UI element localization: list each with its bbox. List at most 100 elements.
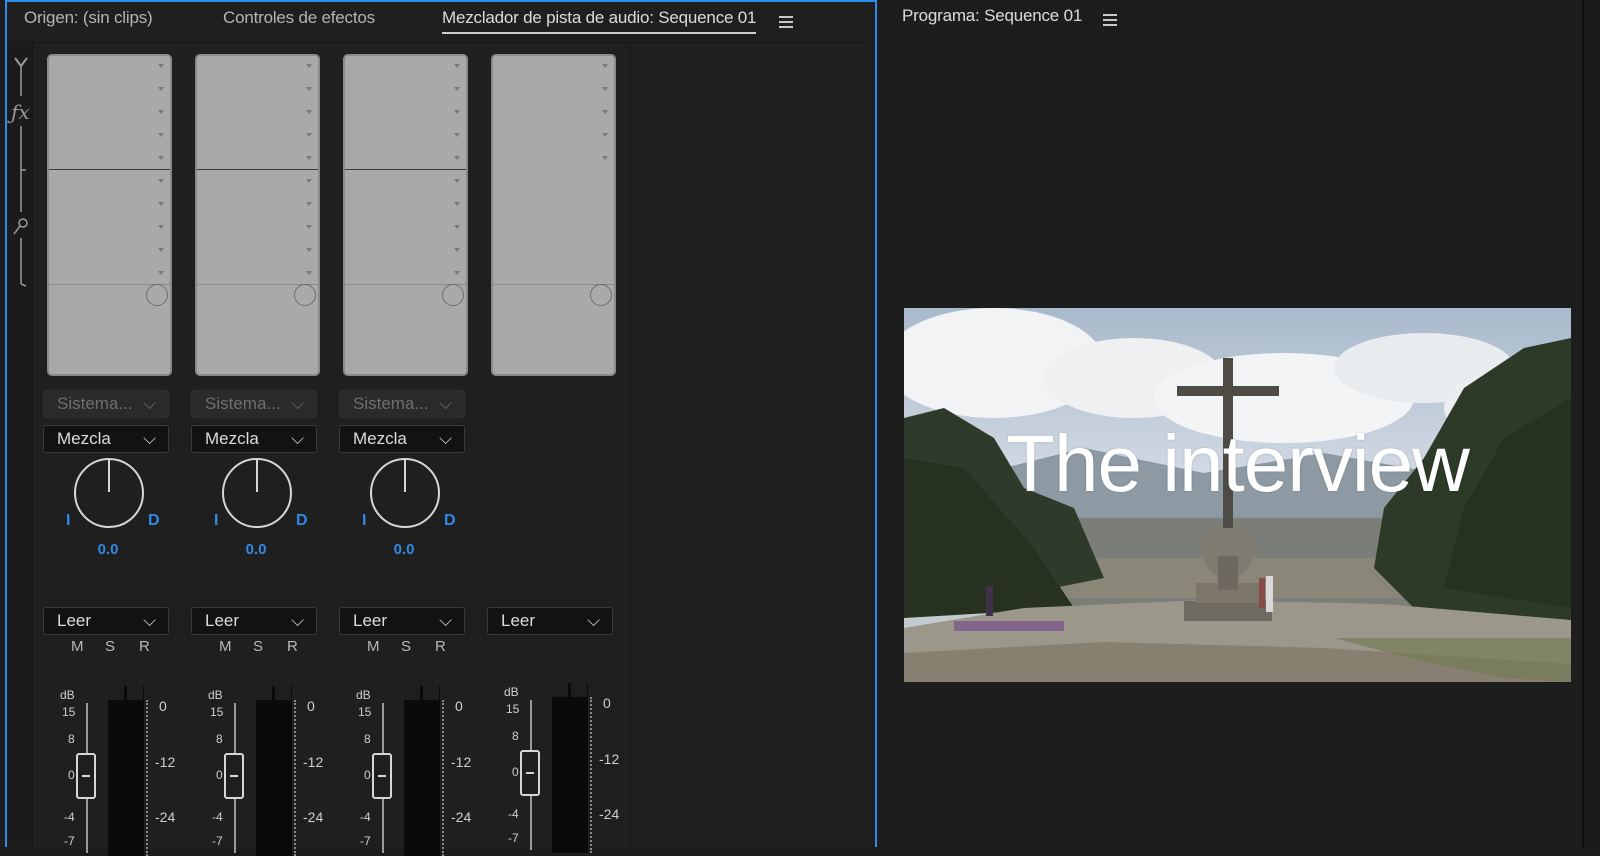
routing-dropdown[interactable]: Mezcla ⌵ bbox=[43, 425, 169, 453]
peak-indicator-right bbox=[571, 683, 587, 697]
meter-label: 0 bbox=[603, 695, 611, 711]
panel-menu-icon[interactable] bbox=[779, 16, 793, 28]
send-knob[interactable] bbox=[146, 284, 168, 306]
chevron-down-icon bbox=[454, 156, 460, 160]
db-unit-label: dB bbox=[356, 688, 371, 702]
chevron-down-icon bbox=[306, 179, 312, 183]
meter-label: -12 bbox=[451, 754, 472, 770]
panel-menu-icon[interactable] bbox=[1103, 14, 1117, 26]
effects-insert-box[interactable] bbox=[491, 54, 616, 376]
chevron-down-icon bbox=[306, 202, 312, 206]
chevron-down-icon bbox=[158, 179, 164, 183]
automation-dropdown[interactable]: Leer ⌵ bbox=[191, 607, 317, 635]
program-video-frame[interactable]: The interview bbox=[904, 308, 1571, 682]
meter-label: 0 bbox=[307, 698, 315, 714]
pan-value[interactable]: 0.0 bbox=[38, 541, 178, 558]
pan-knob[interactable] bbox=[222, 458, 292, 528]
pan-left-label: I bbox=[214, 512, 219, 529]
db-tick: 0 bbox=[512, 765, 519, 779]
chevron-down-icon bbox=[306, 110, 312, 114]
routing-dropdown[interactable]: Mezcla ⌵ bbox=[339, 425, 465, 453]
routing-dropdown[interactable]: Mezcla ⌵ bbox=[191, 425, 317, 453]
pan-knob[interactable] bbox=[370, 458, 440, 528]
tab-audio-track-mixer[interactable]: Mezclador de pista de audio: Sequence 01 bbox=[442, 8, 756, 34]
fader-grip bbox=[230, 775, 238, 777]
chevron-down-icon: ⌵ bbox=[291, 429, 304, 448]
effects-insert-box[interactable] bbox=[47, 54, 172, 376]
chevron-down-icon bbox=[306, 87, 312, 91]
send-knob[interactable] bbox=[442, 284, 464, 306]
chevron-down-icon bbox=[454, 179, 460, 183]
mute-button[interactable]: M bbox=[219, 638, 232, 655]
db-tick: -4 bbox=[508, 807, 519, 821]
volume-fader[interactable] bbox=[372, 753, 392, 799]
peak-indicator-right bbox=[127, 686, 143, 700]
level-meter bbox=[552, 683, 588, 853]
meter-label: -24 bbox=[303, 809, 324, 825]
scrollbar[interactable] bbox=[1582, 0, 1600, 847]
chevron-down-icon bbox=[158, 248, 164, 252]
send-knob[interactable] bbox=[590, 284, 612, 306]
chevron-down-icon bbox=[306, 64, 312, 68]
track-strip-1: Sistema... ⌵ Mezcla ⌵ I D 0.0 Leer ⌵ M S R … bbox=[38, 44, 187, 856]
level-meter bbox=[256, 686, 292, 856]
mute-button[interactable]: M bbox=[71, 638, 84, 655]
divider bbox=[197, 169, 318, 170]
chevron-down-icon bbox=[454, 225, 460, 229]
pan-needle bbox=[108, 460, 110, 492]
input-dropdown[interactable]: Sistema... ⌵ bbox=[339, 390, 465, 418]
input-dropdown[interactable]: Sistema... ⌵ bbox=[191, 390, 317, 418]
volume-fader[interactable] bbox=[520, 750, 540, 796]
volume-fader[interactable] bbox=[224, 753, 244, 799]
record-button[interactable]: R bbox=[287, 638, 298, 655]
meter-label: 0 bbox=[159, 698, 167, 714]
db-tick: -7 bbox=[64, 834, 75, 848]
chevron-down-icon bbox=[306, 156, 312, 160]
solo-button[interactable]: S bbox=[253, 638, 263, 655]
db-tick: -4 bbox=[212, 810, 223, 824]
automation-dropdown-label: Leer bbox=[205, 611, 240, 630]
chevron-down-icon bbox=[158, 64, 164, 68]
meter-ticks bbox=[294, 700, 298, 856]
db-tick: 8 bbox=[364, 732, 371, 746]
mute-button[interactable]: M bbox=[367, 638, 380, 655]
automation-dropdown[interactable]: Leer ⌵ bbox=[43, 607, 169, 635]
record-button[interactable]: R bbox=[435, 638, 446, 655]
chevron-down-icon: ⌵ bbox=[439, 611, 452, 630]
pan-right-label: D bbox=[148, 512, 160, 529]
pan-value[interactable]: 0.0 bbox=[334, 541, 474, 558]
tab-source[interactable]: Origen: (sin clips) bbox=[24, 8, 153, 28]
solo-button[interactable]: S bbox=[401, 638, 411, 655]
automation-dropdown[interactable]: Leer ⌵ bbox=[339, 607, 465, 635]
send-knob[interactable] bbox=[294, 284, 316, 306]
chevron-down-icon bbox=[454, 271, 460, 275]
db-tick: -7 bbox=[212, 834, 223, 848]
chevron-down-icon bbox=[158, 87, 164, 91]
fader-grip bbox=[82, 775, 90, 777]
record-button[interactable]: R bbox=[139, 638, 150, 655]
volume-fader[interactable] bbox=[76, 753, 96, 799]
effects-insert-box[interactable] bbox=[343, 54, 468, 376]
pan-value[interactable]: 0.0 bbox=[186, 541, 326, 558]
chevron-down-icon bbox=[602, 156, 608, 160]
chevron-down-icon: ⌵ bbox=[143, 429, 156, 448]
solo-button[interactable]: S bbox=[105, 638, 115, 655]
chevron-down-icon bbox=[602, 87, 608, 91]
video-title-overlay: The interview bbox=[1006, 419, 1470, 508]
db-tick: -4 bbox=[360, 810, 371, 824]
automation-dropdown-label: Leer bbox=[57, 611, 92, 630]
meter-label: -24 bbox=[599, 806, 620, 822]
meter-ticks bbox=[590, 697, 594, 853]
input-dropdown[interactable]: Sistema... ⌵ bbox=[43, 390, 169, 418]
db-tick: 0 bbox=[364, 768, 371, 782]
peak-indicator-left bbox=[404, 686, 420, 700]
input-dropdown-label: Sistema... bbox=[57, 394, 133, 413]
pan-knob[interactable] bbox=[74, 458, 144, 528]
automation-dropdown[interactable]: Leer ⌵ bbox=[487, 607, 613, 635]
db-unit-label: dB bbox=[504, 685, 519, 699]
tab-effect-controls[interactable]: Controles de efectos bbox=[223, 8, 375, 28]
chevron-down-icon: ⌵ bbox=[291, 394, 304, 413]
db-tick: 15 bbox=[358, 705, 372, 719]
tab-program[interactable]: Programa: Sequence 01 bbox=[902, 6, 1082, 26]
effects-insert-box[interactable] bbox=[195, 54, 320, 376]
